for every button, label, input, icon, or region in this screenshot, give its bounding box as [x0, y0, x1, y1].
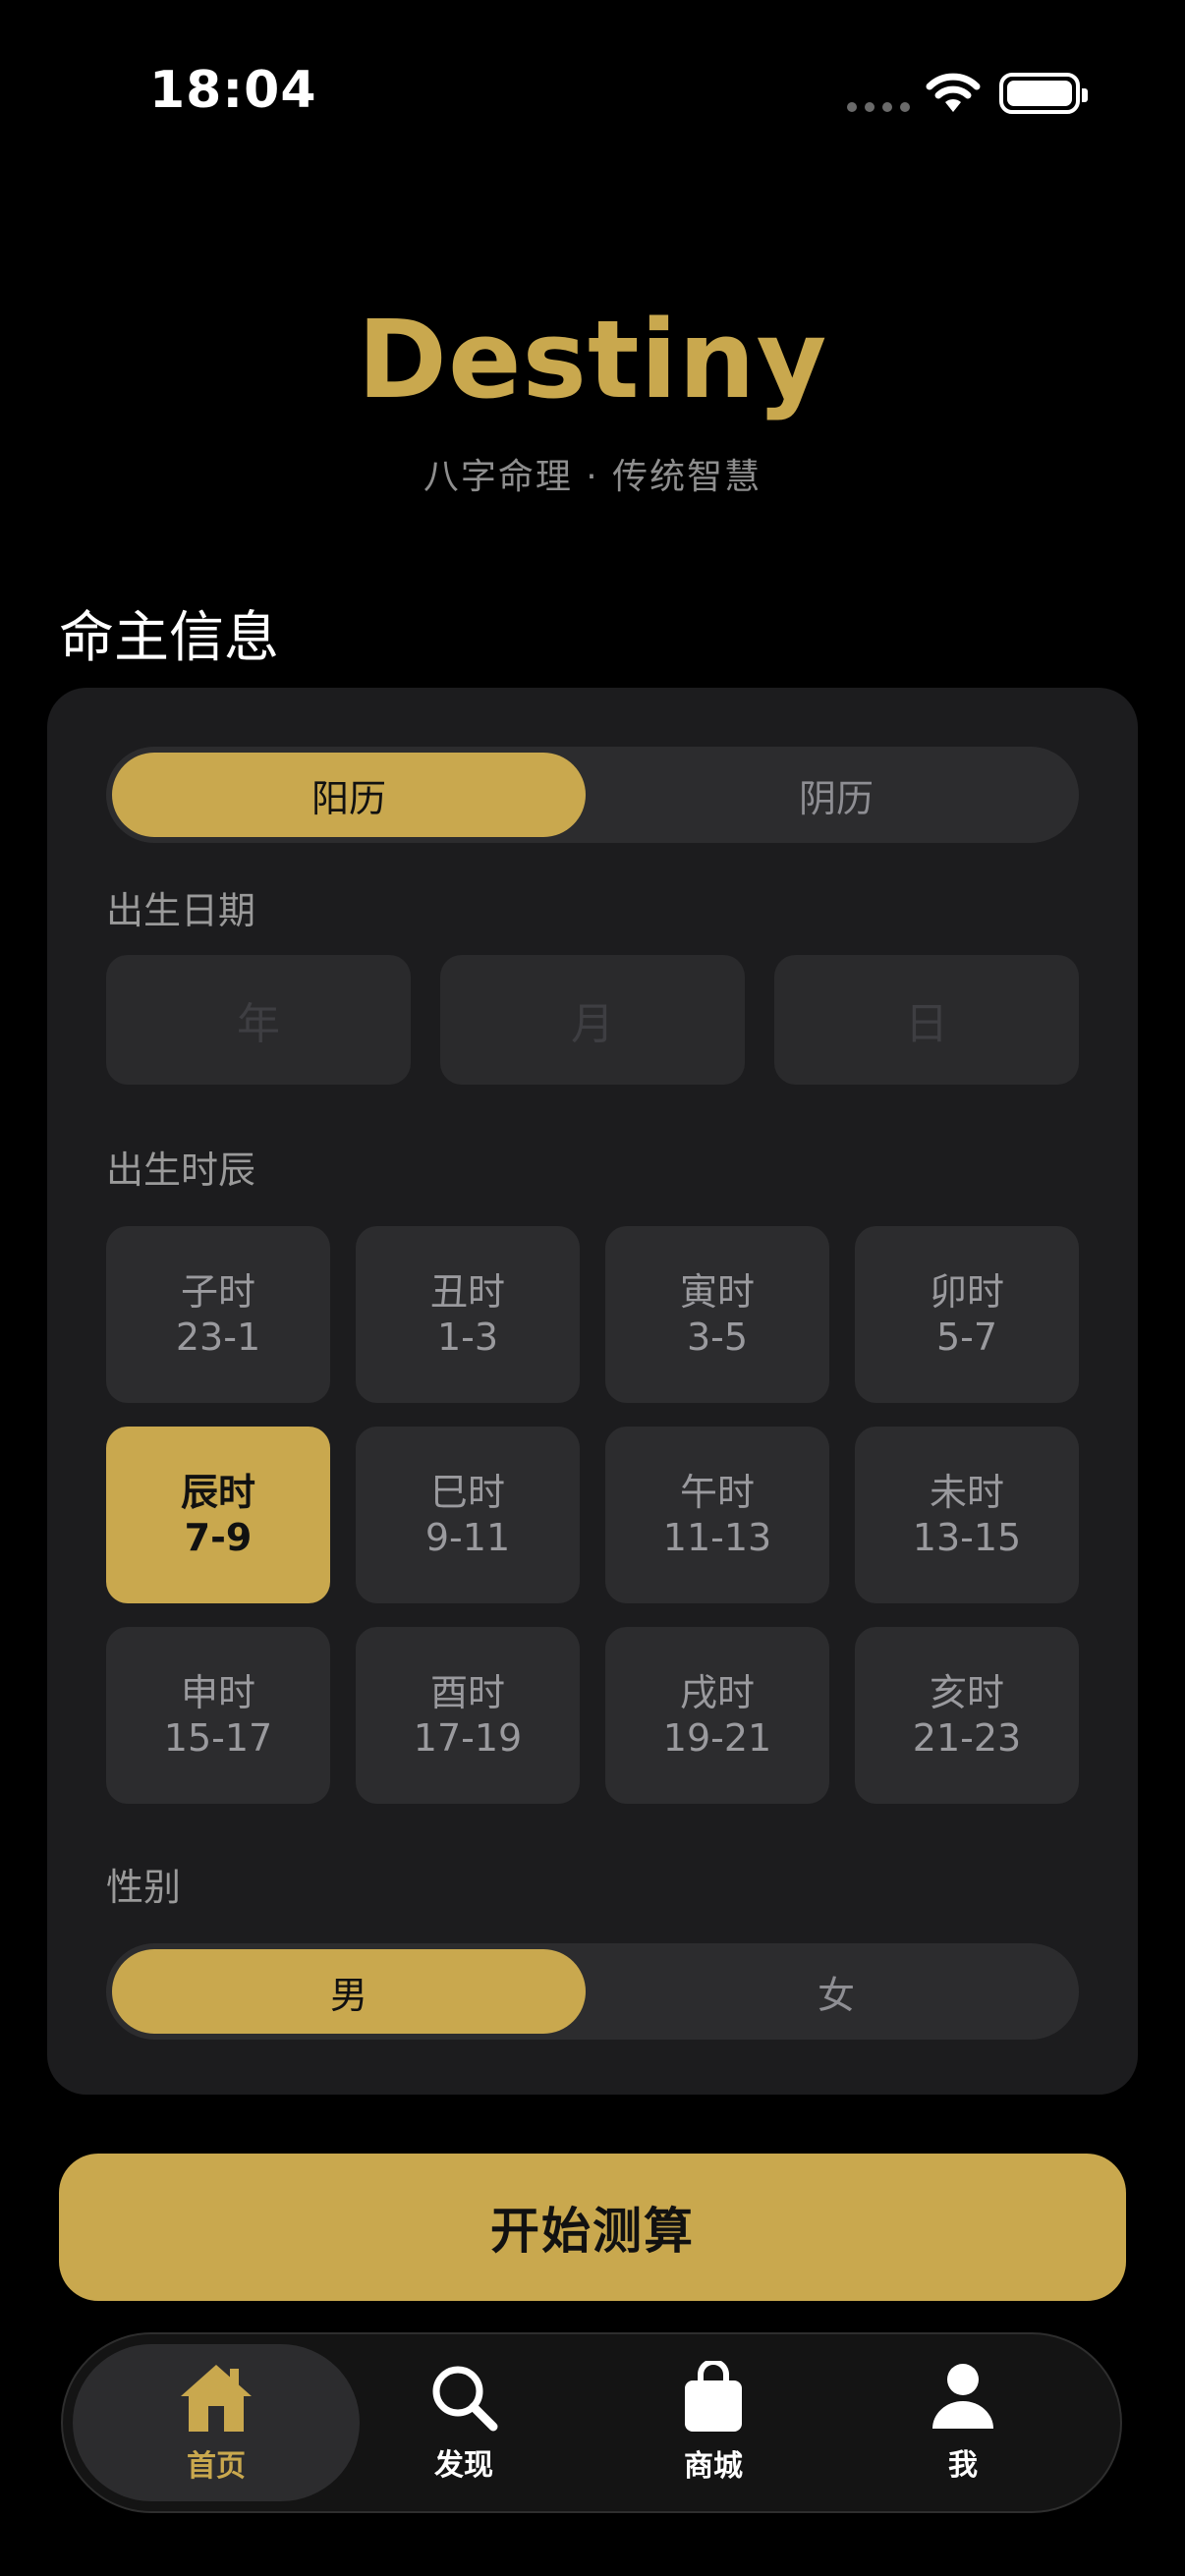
- tab-label: 首页: [187, 2449, 246, 2484]
- battery-icon: [999, 73, 1088, 114]
- search-icon: [432, 2366, 498, 2432]
- hour-range: 17-19: [413, 1716, 523, 1760]
- hour-cell-mao[interactable]: 卯时 5-7: [855, 1226, 1079, 1403]
- tab-home[interactable]: 首页: [73, 2344, 360, 2501]
- calendar-lunar-option[interactable]: 阴历: [599, 753, 1073, 837]
- hour-cell-zi[interactable]: 子时 23-1: [106, 1226, 330, 1403]
- gender-male-option[interactable]: 男: [112, 1949, 586, 2034]
- hour-cell-xu[interactable]: 戌时 19-21: [605, 1627, 829, 1804]
- hour-name: 未时: [929, 1471, 1004, 1514]
- hour-cell-chen[interactable]: 辰时 7-9: [106, 1427, 330, 1603]
- hour-name: 寅时: [679, 1270, 755, 1314]
- hour-range: 13-15: [912, 1516, 1022, 1559]
- tab-shop[interactable]: 商城: [570, 2344, 857, 2501]
- hour-range: 7-9: [184, 1516, 253, 1559]
- hour-range: 23-1: [175, 1316, 261, 1359]
- person-icon: [932, 2364, 993, 2429]
- start-button[interactable]: 开始测算: [59, 2154, 1126, 2301]
- status-time: 18:04: [149, 61, 317, 120]
- hour-cell-you[interactable]: 酉时 17-19: [356, 1627, 580, 1804]
- hour-cell-yin[interactable]: 寅时 3-5: [605, 1226, 829, 1403]
- tab-me[interactable]: 我: [819, 2344, 1106, 2501]
- hour-name: 子时: [180, 1270, 255, 1314]
- hour-cell-si[interactable]: 巳时 9-11: [356, 1427, 580, 1603]
- shopping-bag-icon: [685, 2361, 742, 2432]
- gender-toggle[interactable]: 男 女: [106, 1943, 1079, 2040]
- birth-hour-label: 出生时辰: [106, 1148, 256, 1192]
- gender-female-option[interactable]: 女: [599, 1949, 1073, 2034]
- wifi-icon: [926, 73, 981, 112]
- gender-label: 性别: [106, 1866, 182, 1909]
- hour-name: 午时: [679, 1471, 755, 1514]
- hour-cell-wei[interactable]: 未时 13-15: [855, 1427, 1079, 1603]
- hour-name: 亥时: [929, 1671, 1004, 1714]
- hour-name: 辰时: [180, 1471, 255, 1514]
- hour-range: 3-5: [686, 1316, 749, 1359]
- hour-range: 21-23: [912, 1716, 1022, 1760]
- tab-label: 我: [948, 2448, 978, 2483]
- hour-range: 15-17: [163, 1716, 273, 1760]
- tab-label: 发现: [434, 2448, 493, 2483]
- hour-name: 申时: [180, 1671, 255, 1714]
- hour-cell-shen[interactable]: 申时 15-17: [106, 1627, 330, 1804]
- tab-label: 商城: [684, 2449, 743, 2484]
- hour-range: 11-13: [662, 1516, 772, 1559]
- hour-name: 戌时: [679, 1671, 755, 1714]
- hour-range: 1-3: [436, 1316, 499, 1359]
- hour-cell-wu[interactable]: 午时 11-13: [605, 1427, 829, 1603]
- year-field[interactable]: 年: [106, 955, 411, 1085]
- tab-discover[interactable]: 发现: [320, 2344, 607, 2501]
- app-title: Destiny: [357, 297, 828, 422]
- hour-cell-hai[interactable]: 亥时 21-23: [855, 1627, 1079, 1804]
- hour-range: 5-7: [935, 1316, 998, 1359]
- hour-range: 9-11: [424, 1516, 511, 1559]
- hour-name: 卯时: [929, 1270, 1004, 1314]
- month-field[interactable]: 月: [440, 955, 745, 1085]
- home-icon: [181, 2365, 252, 2432]
- hour-name: 酉时: [429, 1671, 505, 1714]
- calendar-solar-option[interactable]: 阳历: [112, 753, 586, 837]
- day-field[interactable]: 日: [774, 955, 1079, 1085]
- section-title: 命主信息: [59, 606, 279, 670]
- hour-cell-chou[interactable]: 丑时 1-3: [356, 1226, 580, 1403]
- hour-range: 19-21: [662, 1716, 772, 1760]
- birth-date-label: 出生日期: [106, 889, 256, 932]
- calendar-toggle[interactable]: 阳历 阴历: [106, 747, 1079, 843]
- app-subtitle: 八字命理 · 传统智慧: [423, 457, 762, 497]
- info-card: 阳历 阴历 出生日期 年 月 日 出生时辰 子时 23-1 丑时 1-3 寅时 …: [47, 688, 1138, 2095]
- tab-bar: 首页 发现 商城 我: [61, 2332, 1122, 2513]
- hour-name: 丑时: [429, 1270, 505, 1314]
- hour-name: 巳时: [429, 1471, 505, 1514]
- cellular-signal-icon: [847, 102, 910, 112]
